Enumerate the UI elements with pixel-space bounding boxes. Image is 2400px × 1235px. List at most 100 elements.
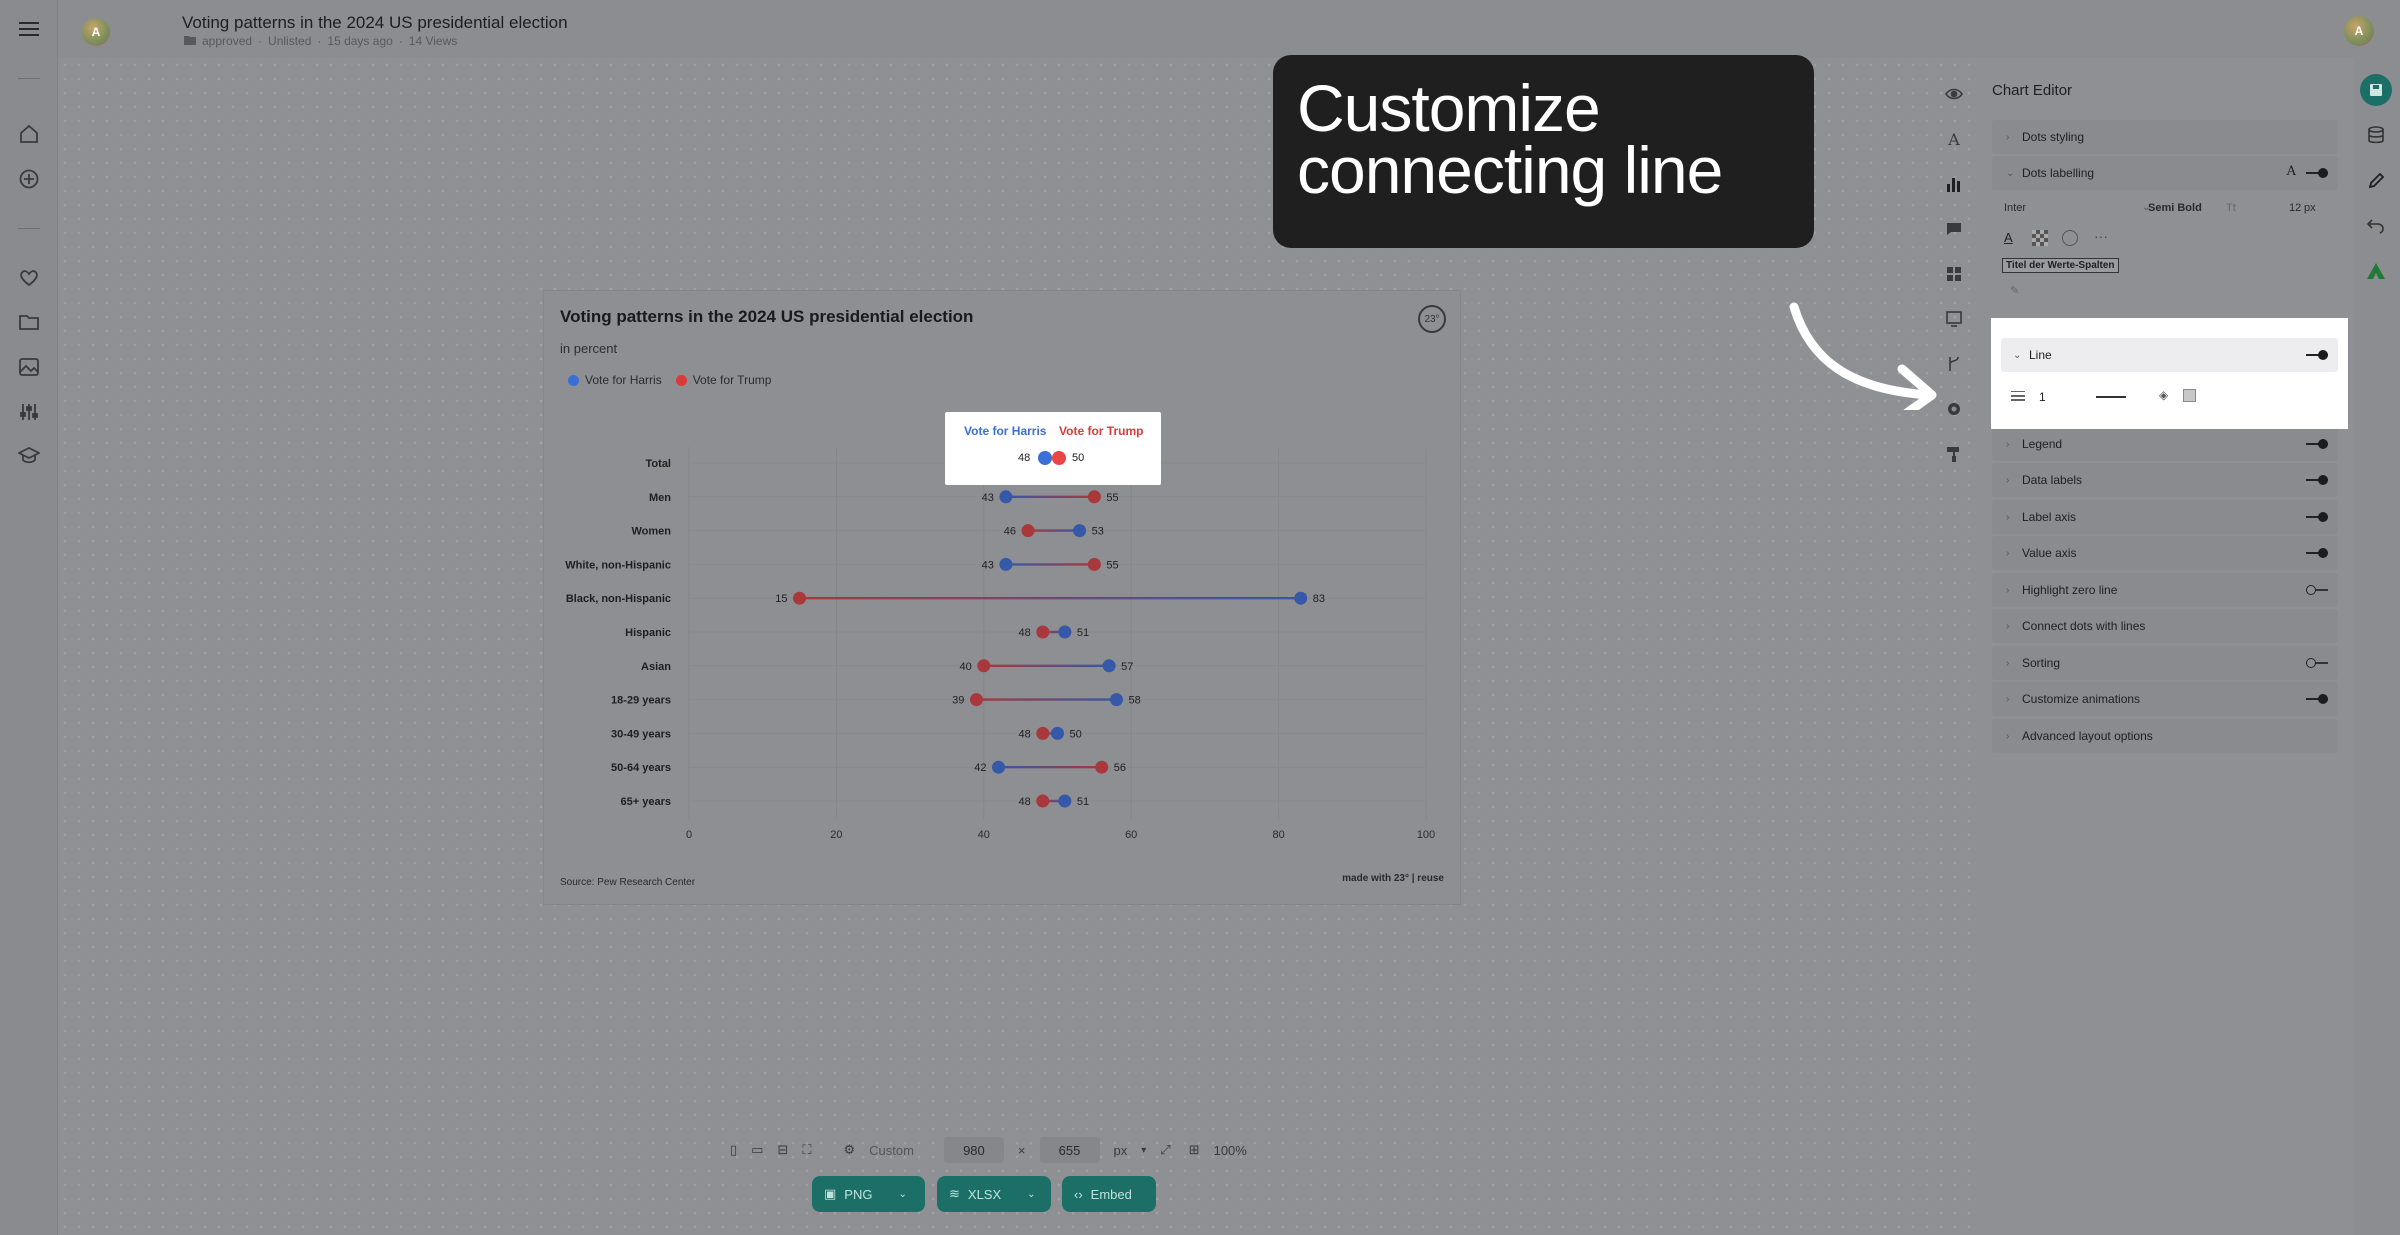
- views-text: 14 Views: [408, 34, 458, 48]
- font-color-icon[interactable]: A: [2004, 230, 2013, 245]
- font-size-input[interactable]: 12: [2289, 202, 2301, 214]
- data-label: 15: [775, 593, 787, 605]
- fullscreen-icon[interactable]: ⛶: [802, 1142, 811, 1158]
- toggle-highlight-zero-line[interactable]: [2306, 585, 2328, 595]
- section-line[interactable]: ⌄ Line: [2001, 338, 2338, 372]
- section-label: Customize animations: [2022, 692, 2141, 706]
- menu-icon[interactable]: [17, 17, 41, 41]
- text-icon[interactable]: A: [1942, 127, 1966, 151]
- preview-icon[interactable]: [1942, 307, 1966, 331]
- toggle-label-axis[interactable]: [2306, 512, 2328, 522]
- database-icon[interactable]: [2367, 126, 2385, 149]
- image-small-icon: ▣: [824, 1186, 837, 1201]
- paint-icon[interactable]: ✎: [2010, 284, 2019, 297]
- section-label-axis[interactable]: › Label axis: [1992, 500, 2338, 534]
- embed-button[interactable]: ‹› Embed: [1062, 1176, 1156, 1212]
- section-label: Label axis: [2022, 510, 2077, 524]
- pencil-icon[interactable]: [2367, 172, 2385, 195]
- toggle-value-axis[interactable]: [2306, 548, 2328, 558]
- data-label: 42: [974, 762, 986, 774]
- font-family-select[interactable]: Inter: [2004, 202, 2026, 214]
- section-highlight-zero-line[interactable]: › Highlight zero line: [1992, 573, 2338, 607]
- section-label: Dots styling: [2022, 130, 2085, 144]
- graduation-icon[interactable]: [17, 444, 41, 468]
- link-icon[interactable]: ⤢: [1160, 1142, 1170, 1158]
- section-dots-labelling[interactable]: ⌄ Dots labelling A: [1992, 156, 2338, 190]
- layout-icon[interactable]: [1942, 262, 1966, 286]
- settings-gear-icon[interactable]: [1942, 397, 1966, 421]
- section-customize-animations[interactable]: › Customize animations: [1992, 682, 2338, 716]
- folder-icon[interactable]: [17, 310, 41, 334]
- unit-select[interactable]: px: [1114, 1143, 1128, 1158]
- x-tick-label: 40: [978, 829, 990, 841]
- data-label: 83: [1313, 593, 1325, 605]
- laptop-preview-icon[interactable]: ⊟: [777, 1142, 788, 1158]
- undo-icon[interactable]: [2366, 218, 2385, 239]
- mobile-preview-icon[interactable]: ▯: [730, 1142, 737, 1158]
- toggle-dots-labelling[interactable]: [2306, 168, 2328, 178]
- toggle-legend[interactable]: [2306, 439, 2328, 449]
- chevron-right-icon: ›: [2006, 584, 2010, 596]
- home-icon[interactable]: [17, 122, 41, 146]
- toggle-animations[interactable]: [2306, 694, 2328, 704]
- add-icon[interactable]: [17, 167, 41, 191]
- line-style-select[interactable]: [2096, 396, 2126, 398]
- section-advanced-layout[interactable]: › Advanced layout options: [1992, 719, 2338, 753]
- data-label: 51: [1077, 627, 1089, 639]
- toggle-line[interactable]: [2306, 350, 2328, 360]
- document-title[interactable]: Voting patterns in the 2024 US president…: [182, 13, 568, 33]
- section-dots-styling[interactable]: › Dots styling: [1992, 120, 2338, 154]
- font-style-icon[interactable]: A: [2287, 164, 2296, 179]
- width-input[interactable]: 980: [943, 1137, 1004, 1163]
- toggle-sorting[interactable]: [2306, 658, 2328, 668]
- brand-a-icon[interactable]: [2366, 262, 2386, 285]
- trump-dot: [1021, 524, 1035, 538]
- section-connect-dots[interactable]: › Connect dots with lines: [1992, 609, 2338, 643]
- tablet-preview-icon[interactable]: ▭: [751, 1142, 763, 1158]
- sliders-icon[interactable]: [17, 400, 41, 424]
- avatar-letter: A: [91, 25, 101, 39]
- section-sorting[interactable]: › Sorting: [1992, 646, 2338, 680]
- zoom-icon: ⊞: [1188, 1142, 1200, 1157]
- font-weight-select[interactable]: Semi Bold: [2148, 202, 2202, 214]
- toggle-data-labels[interactable]: [2306, 475, 2328, 485]
- line-settings-panel: ⌄ Line 1 ◈: [1991, 318, 2348, 429]
- section-data-labels[interactable]: › Data labels: [1992, 463, 2338, 497]
- heart-icon[interactable]: [17, 266, 41, 290]
- section-label: Legend: [2022, 437, 2063, 451]
- section-value-axis[interactable]: › Value axis: [1992, 536, 2338, 570]
- line-color-swatch[interactable]: [2183, 389, 2196, 402]
- save-icon[interactable]: [2360, 74, 2392, 106]
- chart-card[interactable]: Voting patterns in the 2024 US president…: [543, 290, 1461, 905]
- line-width-input[interactable]: 1: [2039, 390, 2046, 404]
- user-avatar[interactable]: A: [2344, 16, 2374, 46]
- made-with-link[interactable]: made with 23° | reuse: [1342, 873, 1444, 884]
- code-icon: ‹›: [1074, 1186, 1083, 1202]
- visibility-text: Unlisted: [268, 34, 312, 48]
- height-input[interactable]: 655: [1039, 1137, 1100, 1163]
- paint-roller-icon[interactable]: [1942, 442, 1966, 466]
- chevron-right-icon: ›: [2006, 730, 2010, 742]
- background-pattern-icon[interactable]: [2032, 230, 2048, 246]
- size-preset-select[interactable]: Custom: [869, 1143, 914, 1158]
- png-export-button[interactable]: ▣ PNG ⌄: [812, 1176, 925, 1212]
- avatar-letter: A: [2354, 24, 2364, 38]
- column-title-input[interactable]: Titel der Werte-Spalten: [2002, 258, 2119, 273]
- font-size-unit: px: [2304, 202, 2316, 214]
- eye-icon[interactable]: [1942, 82, 1966, 106]
- chart-bars-icon[interactable]: [1942, 172, 1966, 196]
- branch-icon[interactable]: [1942, 352, 1966, 376]
- comment-icon[interactable]: [1942, 217, 1966, 241]
- chevron-down-icon[interactable]: ▾: [1141, 1145, 1146, 1156]
- xlsx-export-button[interactable]: ≋ XLSX ⌄: [937, 1176, 1051, 1212]
- more-options-icon[interactable]: ···: [2094, 228, 2108, 244]
- chart-source: Source: Pew Research Center: [560, 877, 696, 888]
- data-label: 43: [982, 492, 994, 504]
- chevron-down-icon[interactable]: ⌄: [898, 1189, 906, 1200]
- zoom-level[interactable]: 100%: [1214, 1143, 1247, 1158]
- chevron-down-icon[interactable]: ⌄: [1027, 1189, 1035, 1200]
- section-legend[interactable]: › Legend: [1992, 427, 2338, 461]
- line-color-bucket-icon[interactable]: ◈: [2159, 388, 2168, 402]
- emoji-icon[interactable]: [2062, 230, 2078, 246]
- image-icon[interactable]: [17, 355, 41, 379]
